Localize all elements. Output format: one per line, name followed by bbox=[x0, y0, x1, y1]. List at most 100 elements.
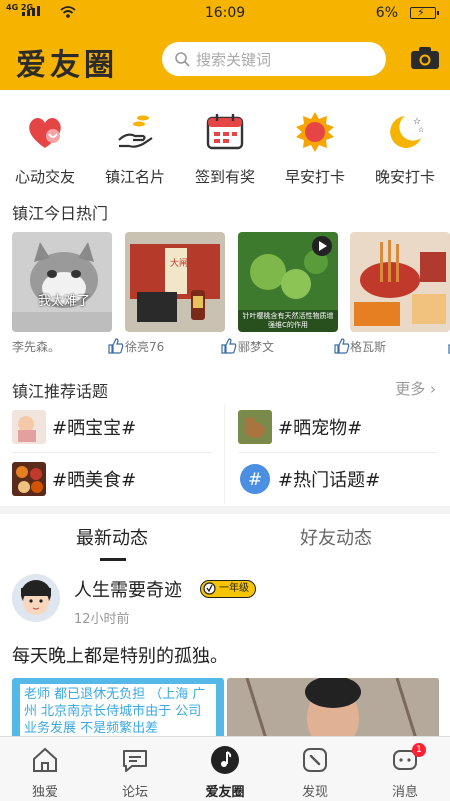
active-tab-indicator bbox=[100, 558, 126, 561]
home-icon bbox=[33, 747, 57, 772]
hot-card-image: 大闸蟹 bbox=[125, 232, 225, 332]
post-image[interactable]: 老师 都已退休无负担 （上海 广州 北京南京长侍城市由于 公司业务发展 不是频繁… bbox=[12, 678, 224, 742]
hot-card-author: 徐亮76 bbox=[125, 340, 165, 354]
nav-label: 独爱 bbox=[31, 785, 58, 800]
camera-icon[interactable] bbox=[410, 46, 440, 70]
post-time: 12小时前 bbox=[74, 612, 130, 627]
level-icon bbox=[203, 582, 216, 595]
post-image-text: 老师 都已退休无负担 （上海 广州 北京南京长侍城市由于 公司业务发展 不是频繁… bbox=[20, 684, 216, 739]
compass-icon bbox=[303, 748, 327, 772]
hot-card-author: 郦梦文 bbox=[238, 340, 275, 354]
hot-card-author: 格瓦斯 bbox=[350, 340, 387, 354]
section-divider bbox=[0, 506, 450, 514]
quick-action-checkin[interactable]: 签到有奖 bbox=[180, 110, 270, 187]
nav-label: 论坛 bbox=[121, 785, 148, 800]
app-logo: 爱友圈 bbox=[16, 48, 118, 83]
chat-icon bbox=[123, 750, 147, 772]
cat-image bbox=[12, 232, 112, 332]
hot-card-caption: 针叶樱桃含有天然活性物质增强维C的作用 bbox=[242, 312, 334, 329]
topic-label: #晒宝宝# bbox=[52, 418, 137, 439]
feed-tabs: 最新动态 好友动态 bbox=[0, 514, 450, 564]
hot-card-author: 李先森。 bbox=[12, 340, 61, 354]
nav-label: 爱友圈 bbox=[205, 785, 245, 800]
quick-action-label: 早安打卡 bbox=[284, 168, 345, 186]
unread-badge: 1 bbox=[412, 743, 426, 757]
quick-action-label: 心动交友 bbox=[14, 168, 75, 186]
topic-label: #晒美食# bbox=[52, 470, 137, 491]
topic-list: #晒宝宝# #晒宠物# #晒美食# # #热门话题# bbox=[0, 404, 450, 504]
nav-label: 发现 bbox=[301, 785, 328, 800]
post-username[interactable]: 人生需要奇迹 bbox=[74, 576, 182, 602]
food-image bbox=[350, 232, 450, 332]
battery-icon: ⚡ bbox=[410, 6, 439, 19]
hot-card-image bbox=[350, 232, 450, 332]
quick-action-dating[interactable]: 心动交友 bbox=[0, 110, 90, 187]
nav-item-messages[interactable]: 1 消息 bbox=[360, 743, 450, 800]
thumbs-up-icon[interactable] bbox=[108, 338, 124, 354]
crab-gift-image: 大闸蟹 bbox=[125, 232, 225, 332]
nav-item-forum[interactable]: 论坛 bbox=[90, 745, 180, 800]
quick-action-label: 晚安打卡 bbox=[374, 168, 435, 186]
level-badge: 一年级 bbox=[200, 580, 256, 598]
topic-section-title: 镇江推荐话题 bbox=[12, 382, 109, 401]
app-header: 爱友圈 搜索关键词 bbox=[0, 26, 450, 90]
svg-text:☆: ☆ bbox=[418, 126, 424, 134]
hot-card[interactable]: 大闸蟹 徐亮76 bbox=[125, 232, 237, 360]
hot-section-title: 镇江今日热门 bbox=[12, 204, 109, 223]
nav-item-circle[interactable]: 爱友圈 bbox=[180, 745, 270, 800]
baby-thumb bbox=[12, 410, 46, 444]
quick-action-night[interactable]: ☆ ☆ 晚安打卡 bbox=[360, 110, 450, 187]
quick-action-card[interactable]: 镇江名片 bbox=[90, 110, 180, 187]
nav-item-home[interactable]: 独爱 bbox=[0, 745, 90, 800]
hot-card-image: 针叶樱桃含有天然活性物质增强维C的作用 bbox=[238, 232, 338, 332]
hot-card-caption: 大闸蟹 bbox=[170, 257, 197, 269]
nav-item-discover[interactable]: 发现 bbox=[270, 745, 360, 800]
svg-text:#: # bbox=[248, 470, 262, 490]
status-bar: 4G 2G 16:09 6% ⚡ bbox=[0, 0, 450, 26]
feed-post: 人生需要奇迹 一年级 12小时前 每天晚上都是特别的孤独。 老师 都已退休无负担… bbox=[0, 566, 450, 742]
topic-item[interactable]: #晒宠物# bbox=[238, 404, 448, 450]
hot-card-caption: 我太难了 bbox=[38, 294, 91, 309]
bottom-nav: 独爱 论坛 爱友圈 发现 1 消息 bbox=[0, 736, 450, 801]
topic-item[interactable]: # #热门话题# bbox=[238, 456, 448, 502]
search-icon bbox=[175, 52, 190, 67]
music-note-icon bbox=[211, 746, 239, 774]
food-thumb bbox=[12, 462, 46, 496]
quick-action-label: 签到有奖 bbox=[194, 168, 255, 186]
quick-action-label: 镇江名片 bbox=[104, 168, 165, 186]
topic-label: #晒宠物# bbox=[278, 418, 363, 439]
post-image[interactable] bbox=[227, 678, 439, 742]
sun-icon bbox=[296, 112, 334, 152]
nav-label: 消息 bbox=[391, 785, 418, 800]
heart-icon bbox=[29, 117, 61, 148]
quick-actions: 心动交友 镇江名片 签到有奖 早安打卡 ☆ ☆ 晚安打卡 bbox=[0, 100, 450, 192]
search-placeholder: 搜索关键词 bbox=[196, 50, 272, 69]
topic-item[interactable]: #晒美食# bbox=[12, 456, 222, 502]
person-photo bbox=[227, 678, 439, 742]
topic-label: #热门话题# bbox=[278, 470, 381, 491]
battery-percent: 6% bbox=[375, 5, 398, 21]
hot-card[interactable]: 格瓦斯 bbox=[350, 232, 450, 360]
pet-thumb bbox=[238, 410, 272, 444]
calendar-icon bbox=[206, 114, 244, 150]
hot-cards: 我太难了 李先森。 大闸蟹 徐亮76 针叶樱桃含有天然活性物质增强维C的作用 郦… bbox=[0, 232, 450, 362]
avatar[interactable] bbox=[12, 574, 60, 622]
hashtag-icon: # bbox=[238, 462, 272, 496]
thumbs-up-icon[interactable] bbox=[221, 338, 237, 354]
hot-card[interactable]: 针叶樱桃含有天然活性物质增强维C的作用 郦梦文 bbox=[238, 232, 350, 360]
hand-coins-icon bbox=[118, 115, 153, 148]
moon-icon: ☆ ☆ bbox=[390, 116, 424, 148]
level-badge-label: 一年级 bbox=[219, 583, 249, 594]
tab-latest[interactable]: 最新动态 bbox=[22, 524, 202, 550]
quick-action-morning[interactable]: 早安打卡 bbox=[270, 110, 360, 187]
hot-card[interactable]: 我太难了 李先森。 bbox=[12, 232, 124, 360]
post-text: 每天晚上都是特别的孤独。 bbox=[12, 646, 228, 667]
topic-header: 镇江推荐话题 更多 › bbox=[0, 374, 450, 404]
chevron-right-icon: › bbox=[430, 380, 436, 398]
topic-item[interactable]: #晒宝宝# bbox=[12, 404, 222, 450]
thumbs-up-icon[interactable] bbox=[334, 338, 350, 354]
hot-card-image: 我太难了 bbox=[12, 232, 112, 332]
tab-friends[interactable]: 好友动态 bbox=[246, 524, 426, 550]
search-bar[interactable]: 搜索关键词 bbox=[162, 42, 386, 76]
more-topics-link[interactable]: 更多 › bbox=[395, 378, 436, 399]
